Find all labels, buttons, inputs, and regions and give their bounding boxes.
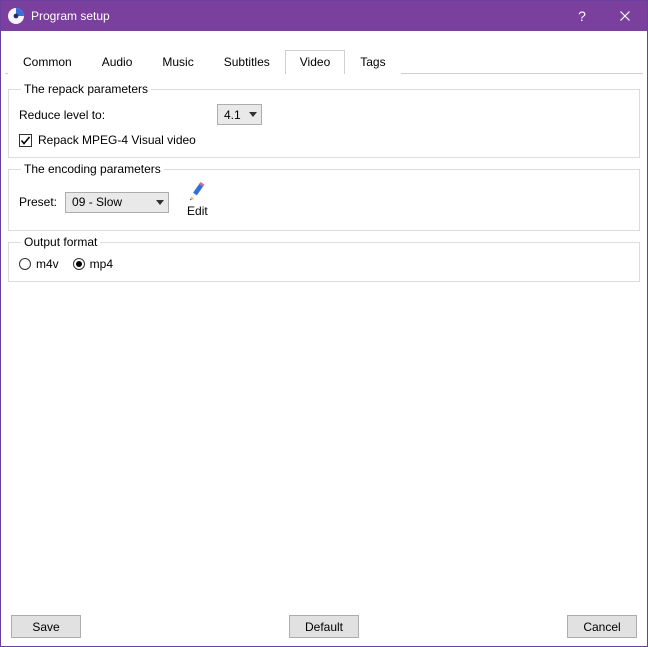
- default-button[interactable]: Default: [289, 615, 359, 638]
- chevron-down-icon: [156, 200, 164, 205]
- output-radio-m4v[interactable]: m4v: [19, 257, 59, 271]
- cancel-button[interactable]: Cancel: [567, 615, 637, 638]
- row-repack-mpeg4: Repack MPEG-4 Visual video: [19, 133, 629, 147]
- preset-label: Preset:: [19, 195, 57, 209]
- pencil-icon: [187, 182, 207, 202]
- check-icon: [20, 135, 31, 146]
- close-icon: [620, 11, 630, 21]
- preset-value: 09 - Slow: [72, 195, 122, 209]
- reduce-level-select[interactable]: 4.1: [217, 104, 262, 125]
- titlebar: Program setup ?: [1, 1, 647, 31]
- edit-preset-label: Edit: [187, 204, 208, 218]
- help-button[interactable]: ?: [562, 1, 602, 31]
- tab-bar: Common Audio Music Subtitles Video Tags: [5, 35, 643, 74]
- group-output-legend: Output format: [21, 235, 100, 249]
- button-bar: Save Default Cancel: [5, 609, 643, 646]
- group-repack: The repack parameters Reduce level to: 4…: [8, 82, 640, 158]
- preset-select[interactable]: 09 - Slow: [65, 192, 169, 213]
- tab-subtitles[interactable]: Subtitles: [209, 50, 285, 74]
- group-encoding: The encoding parameters Preset: 09 - Slo…: [8, 162, 640, 231]
- output-mp4-label: mp4: [90, 257, 113, 271]
- button-bar-gap1: [89, 615, 281, 638]
- radio-circle: [73, 258, 85, 270]
- app-icon: [7, 7, 25, 25]
- group-repack-legend: The repack parameters: [21, 82, 151, 96]
- edit-preset-button[interactable]: Edit: [187, 182, 208, 218]
- repack-mpeg4-checkbox[interactable]: Repack MPEG-4 Visual video: [19, 133, 196, 147]
- output-m4v-label: m4v: [36, 257, 59, 271]
- tab-music[interactable]: Music: [147, 50, 208, 74]
- tab-audio[interactable]: Audio: [87, 50, 148, 74]
- save-button[interactable]: Save: [11, 615, 81, 638]
- group-encoding-legend: The encoding parameters: [21, 162, 164, 176]
- radio-circle: [19, 258, 31, 270]
- radio-dot: [76, 261, 82, 267]
- client-area: Common Audio Music Subtitles Video Tags …: [1, 31, 647, 646]
- tab-panel-video: The repack parameters Reduce level to: 4…: [5, 74, 643, 609]
- output-radio-mp4[interactable]: mp4: [73, 257, 113, 271]
- reduce-level-value: 4.1: [224, 108, 241, 122]
- reduce-level-label: Reduce level to:: [19, 108, 209, 122]
- button-bar-gap2: [367, 615, 559, 638]
- checkbox-box: [19, 134, 32, 147]
- window-title: Program setup: [31, 9, 110, 23]
- tab-video[interactable]: Video: [285, 50, 345, 74]
- tab-tags[interactable]: Tags: [345, 50, 400, 74]
- chevron-down-icon: [249, 112, 257, 117]
- row-reduce-level: Reduce level to: 4.1: [19, 104, 629, 125]
- group-output-format: Output format m4v mp4: [8, 235, 640, 282]
- repack-mpeg4-label: Repack MPEG-4 Visual video: [38, 133, 196, 147]
- tab-common[interactable]: Common: [8, 50, 87, 74]
- close-button[interactable]: [602, 1, 647, 31]
- row-output-options: m4v mp4: [19, 257, 629, 271]
- row-preset: Preset: 09 - Slow Edit: [19, 184, 629, 220]
